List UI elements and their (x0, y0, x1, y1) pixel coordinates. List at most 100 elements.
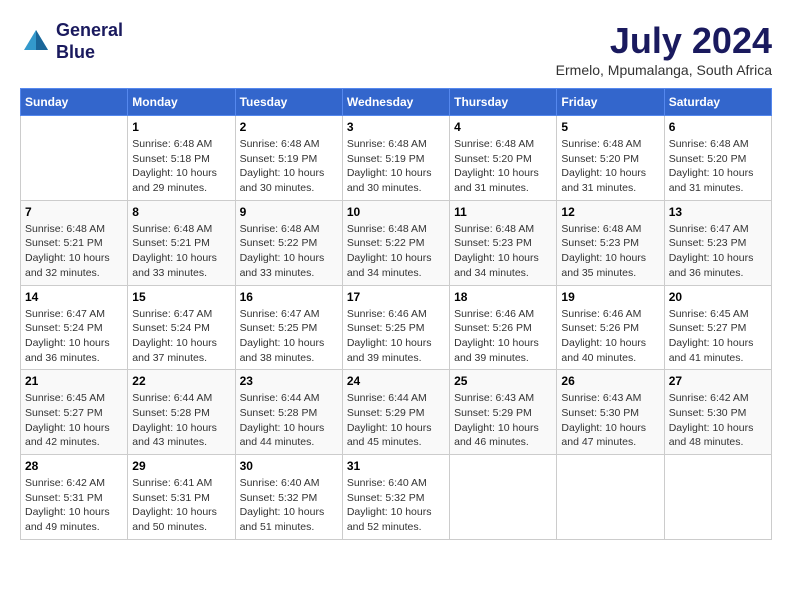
calendar-cell: 6 Sunrise: 6:48 AMSunset: 5:20 PMDaylight… (664, 116, 771, 201)
calendar-cell: 26 Sunrise: 6:43 AMSunset: 5:30 PMDayligh… (557, 370, 664, 455)
day-header-monday: Monday (128, 89, 235, 116)
day-info: Sunrise: 6:48 AMSunset: 5:23 PMDaylight:… (454, 222, 552, 281)
calendar-cell (664, 455, 771, 540)
day-number: 26 (561, 374, 659, 388)
day-info: Sunrise: 6:46 AMSunset: 5:26 PMDaylight:… (454, 307, 552, 366)
day-info: Sunrise: 6:48 AMSunset: 5:21 PMDaylight:… (25, 222, 123, 281)
day-number: 1 (132, 120, 230, 134)
day-number: 7 (25, 205, 123, 219)
calendar-body: 1Sunrise: 6:48 AMSunset: 5:18 PMDaylight… (21, 116, 772, 540)
day-number: 9 (240, 205, 338, 219)
day-info: Sunrise: 6:44 AMSunset: 5:28 PMDaylight:… (132, 391, 230, 450)
page-header: General Blue July 2024 Ermelo, Mpumalang… (20, 20, 772, 78)
calendar-cell: 28Sunrise: 6:42 AMSunset: 5:31 PMDayligh… (21, 455, 128, 540)
location-subtitle: Ermelo, Mpumalanga, South Africa (556, 62, 772, 78)
day-info: Sunrise: 6:48 AMSunset: 5:20 PMDaylight:… (669, 137, 767, 196)
day-number: 12 (561, 205, 659, 219)
calendar-cell: 8 Sunrise: 6:48 AMSunset: 5:21 PMDaylight… (128, 200, 235, 285)
calendar-cell: 20 Sunrise: 6:45 AMSunset: 5:27 PMDayligh… (664, 285, 771, 370)
day-number: 27 (669, 374, 767, 388)
day-info: Sunrise: 6:46 AMSunset: 5:26 PMDaylight:… (561, 307, 659, 366)
calendar-cell: 12Sunrise: 6:48 AMSunset: 5:23 PMDayligh… (557, 200, 664, 285)
day-info: Sunrise: 6:43 AMSunset: 5:30 PMDaylight:… (561, 391, 659, 450)
calendar-week-3: 14Sunrise: 6:47 AMSunset: 5:24 PMDayligh… (21, 285, 772, 370)
day-info: Sunrise: 6:44 AMSunset: 5:29 PMDaylight:… (347, 391, 445, 450)
day-number: 10 (347, 205, 445, 219)
calendar-cell: 3Sunrise: 6:48 AMSunset: 5:19 PMDaylight… (342, 116, 449, 201)
day-number: 17 (347, 290, 445, 304)
day-info: Sunrise: 6:47 AMSunset: 5:25 PMDaylight:… (240, 307, 338, 366)
calendar-cell: 9 Sunrise: 6:48 AMSunset: 5:22 PMDaylight… (235, 200, 342, 285)
calendar-cell: 23 Sunrise: 6:44 AMSunset: 5:28 PMDayligh… (235, 370, 342, 455)
calendar-cell: 21 Sunrise: 6:45 AMSunset: 5:27 PMDayligh… (21, 370, 128, 455)
calendar-week-5: 28Sunrise: 6:42 AMSunset: 5:31 PMDayligh… (21, 455, 772, 540)
day-info: Sunrise: 6:48 AMSunset: 5:21 PMDaylight:… (132, 222, 230, 281)
calendar-cell: 7 Sunrise: 6:48 AMSunset: 5:21 PMDaylight… (21, 200, 128, 285)
calendar-cell: 2Sunrise: 6:48 AMSunset: 5:19 PMDaylight… (235, 116, 342, 201)
day-info: Sunrise: 6:47 AMSunset: 5:24 PMDaylight:… (132, 307, 230, 366)
day-info: Sunrise: 6:42 AMSunset: 5:31 PMDaylight:… (25, 476, 123, 535)
calendar-header: SundayMondayTuesdayWednesdayThursdayFrid… (21, 89, 772, 116)
calendar-cell: 14Sunrise: 6:47 AMSunset: 5:24 PMDayligh… (21, 285, 128, 370)
calendar-cell (21, 116, 128, 201)
day-number: 3 (347, 120, 445, 134)
calendar-week-4: 21 Sunrise: 6:45 AMSunset: 5:27 PMDayligh… (21, 370, 772, 455)
calendar-week-2: 7 Sunrise: 6:48 AMSunset: 5:21 PMDaylight… (21, 200, 772, 285)
day-header-friday: Friday (557, 89, 664, 116)
day-info: Sunrise: 6:44 AMSunset: 5:28 PMDaylight:… (240, 391, 338, 450)
day-header-tuesday: Tuesday (235, 89, 342, 116)
day-number: 24 (347, 374, 445, 388)
day-info: Sunrise: 6:48 AMSunset: 5:20 PMDaylight:… (454, 137, 552, 196)
logo-text: General Blue (56, 20, 123, 63)
logo-line2: Blue (56, 42, 123, 64)
day-number: 4 (454, 120, 552, 134)
day-number: 6 (669, 120, 767, 134)
day-header-wednesday: Wednesday (342, 89, 449, 116)
calendar-cell: 22 Sunrise: 6:44 AMSunset: 5:28 PMDayligh… (128, 370, 235, 455)
day-number: 20 (669, 290, 767, 304)
day-number: 18 (454, 290, 552, 304)
days-row: SundayMondayTuesdayWednesdayThursdayFrid… (21, 89, 772, 116)
day-number: 30 (240, 459, 338, 473)
calendar-cell: 30 Sunrise: 6:40 AMSunset: 5:32 PMDayligh… (235, 455, 342, 540)
calendar-cell: 11 Sunrise: 6:48 AMSunset: 5:23 PMDayligh… (450, 200, 557, 285)
day-number: 11 (454, 205, 552, 219)
day-number: 21 (25, 374, 123, 388)
day-info: Sunrise: 6:47 AMSunset: 5:24 PMDaylight:… (25, 307, 123, 366)
calendar-cell: 15Sunrise: 6:47 AMSunset: 5:24 PMDayligh… (128, 285, 235, 370)
day-header-saturday: Saturday (664, 89, 771, 116)
day-info: Sunrise: 6:47 AMSunset: 5:23 PMDaylight:… (669, 222, 767, 281)
day-number: 8 (132, 205, 230, 219)
month-year-title: July 2024 (556, 20, 772, 62)
day-info: Sunrise: 6:40 AMSunset: 5:32 PMDaylight:… (347, 476, 445, 535)
day-info: Sunrise: 6:48 AMSunset: 5:22 PMDaylight:… (240, 222, 338, 281)
calendar-cell: 24 Sunrise: 6:44 AMSunset: 5:29 PMDayligh… (342, 370, 449, 455)
day-number: 23 (240, 374, 338, 388)
day-number: 2 (240, 120, 338, 134)
day-info: Sunrise: 6:45 AMSunset: 5:27 PMDaylight:… (25, 391, 123, 450)
calendar-cell: 25 Sunrise: 6:43 AMSunset: 5:29 PMDayligh… (450, 370, 557, 455)
logo-icon (20, 26, 52, 58)
day-number: 5 (561, 120, 659, 134)
calendar-cell: 31Sunrise: 6:40 AMSunset: 5:32 PMDayligh… (342, 455, 449, 540)
day-number: 29 (132, 459, 230, 473)
day-info: Sunrise: 6:48 AMSunset: 5:20 PMDaylight:… (561, 137, 659, 196)
calendar-cell (557, 455, 664, 540)
day-info: Sunrise: 6:43 AMSunset: 5:29 PMDaylight:… (454, 391, 552, 450)
logo-line1: General (56, 20, 123, 42)
calendar-cell: 16 Sunrise: 6:47 AMSunset: 5:25 PMDayligh… (235, 285, 342, 370)
calendar-cell: 4 Sunrise: 6:48 AMSunset: 5:20 PMDaylight… (450, 116, 557, 201)
calendar-cell: 19Sunrise: 6:46 AMSunset: 5:26 PMDayligh… (557, 285, 664, 370)
day-number: 25 (454, 374, 552, 388)
calendar-week-1: 1Sunrise: 6:48 AMSunset: 5:18 PMDaylight… (21, 116, 772, 201)
day-info: Sunrise: 6:46 AMSunset: 5:25 PMDaylight:… (347, 307, 445, 366)
day-number: 16 (240, 290, 338, 304)
day-info: Sunrise: 6:45 AMSunset: 5:27 PMDaylight:… (669, 307, 767, 366)
day-info: Sunrise: 6:40 AMSunset: 5:32 PMDaylight:… (240, 476, 338, 535)
calendar-cell: 13Sunrise: 6:47 AMSunset: 5:23 PMDayligh… (664, 200, 771, 285)
calendar-cell: 18 Sunrise: 6:46 AMSunset: 5:26 PMDayligh… (450, 285, 557, 370)
day-number: 22 (132, 374, 230, 388)
calendar-cell: 5 Sunrise: 6:48 AMSunset: 5:20 PMDaylight… (557, 116, 664, 201)
day-header-thursday: Thursday (450, 89, 557, 116)
day-info: Sunrise: 6:48 AMSunset: 5:22 PMDaylight:… (347, 222, 445, 281)
